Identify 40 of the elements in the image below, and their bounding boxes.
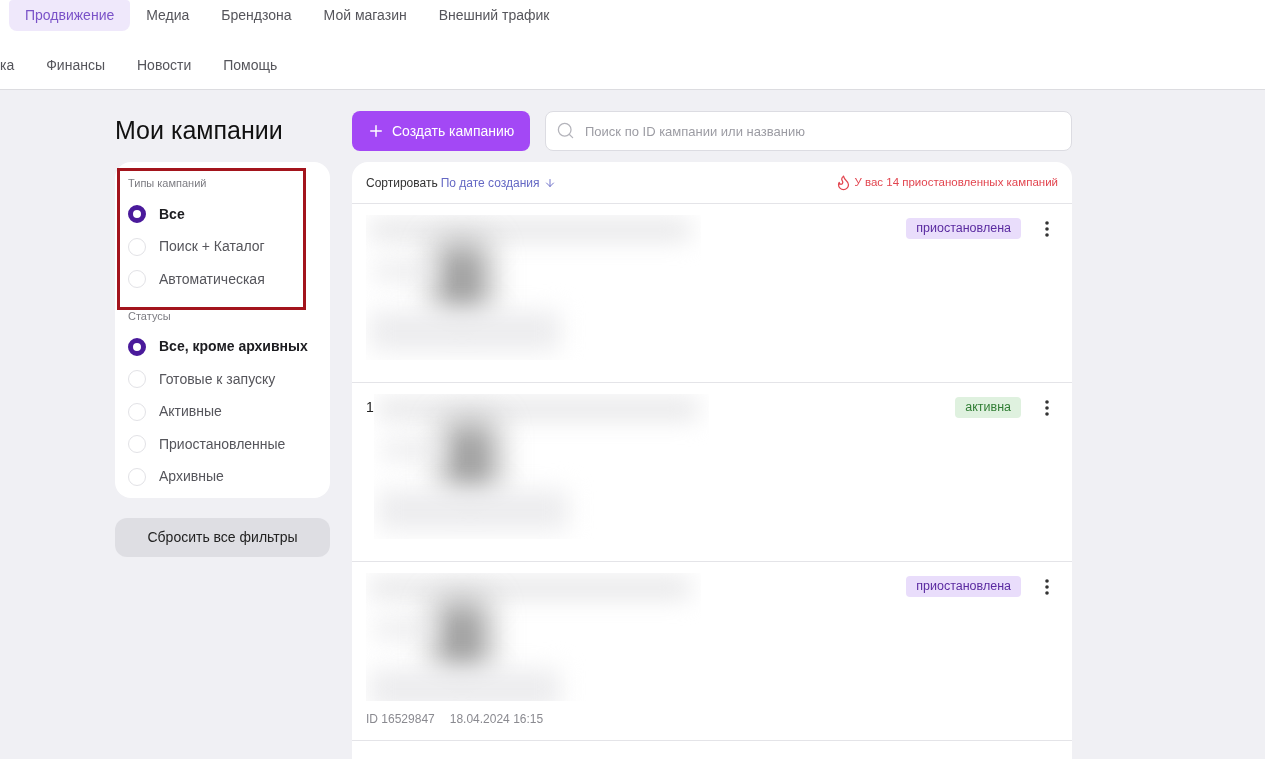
campaign-date: 18.04.2024 16:15: [449, 711, 544, 727]
radio-label[interactable]: Приостановленные: [159, 433, 286, 455]
nav-link[interactable]: Финансы: [30, 55, 121, 75]
status-badge: приостановлена: [906, 218, 1021, 239]
nav-tab[interactable]: Медиа: [130, 0, 206, 31]
search-field[interactable]: Поиск по ID кампании или названию: [545, 111, 1072, 151]
more-icon: [1045, 220, 1049, 237]
arrow-down-icon: [543, 176, 556, 189]
radio-button[interactable]: [128, 205, 146, 224]
campaign-id: ID 16529847: [366, 711, 435, 727]
sort-label: Сортировать: [366, 174, 438, 192]
filter-group-label: Типы кампаний: [128, 177, 208, 190]
radio-label[interactable]: Все, кроме архивных: [159, 336, 308, 358]
radio-label[interactable]: Активные: [159, 401, 222, 423]
alert-text: У вас 14 приостановленных кампаний: [854, 174, 1058, 190]
radio-label[interactable]: Все: [159, 203, 185, 225]
nav-link[interactable]: ка: [0, 55, 31, 75]
reset-filters-button[interactable]: Сбросить все фильтры: [115, 518, 330, 557]
filter-group-label: Статусы: [128, 309, 172, 323]
nav-tab[interactable]: Внешний трафик: [422, 0, 566, 31]
status-badge: приостановлена: [906, 576, 1021, 597]
sort-link[interactable]: По дате создания: [440, 173, 556, 192]
radio-label[interactable]: Архивные: [159, 466, 224, 488]
campaign-title: 1: [366, 398, 374, 417]
radio-button[interactable]: [128, 337, 146, 356]
more-icon: [1045, 578, 1049, 595]
nav-tab[interactable]: Продвижение: [9, 0, 131, 31]
status-badge: активна: [955, 397, 1021, 418]
page-title: Мои кампании: [115, 115, 284, 147]
create-button[interactable]: Создать кампанию: [352, 111, 530, 151]
plus-icon: [367, 122, 385, 140]
radio-label[interactable]: Поиск + Каталог: [159, 236, 265, 258]
nav-tab[interactable]: Мой магазин: [307, 0, 423, 31]
more-icon: [1045, 399, 1049, 416]
radio-label[interactable]: Готовые к запуску: [159, 368, 276, 390]
radio-label[interactable]: Автоматическая: [159, 268, 265, 290]
search-icon: [556, 121, 575, 140]
nav-link[interactable]: Помощь: [207, 55, 294, 75]
nav-link[interactable]: Новости: [121, 55, 208, 75]
nav-tab[interactable]: Брендзона: [205, 0, 308, 31]
